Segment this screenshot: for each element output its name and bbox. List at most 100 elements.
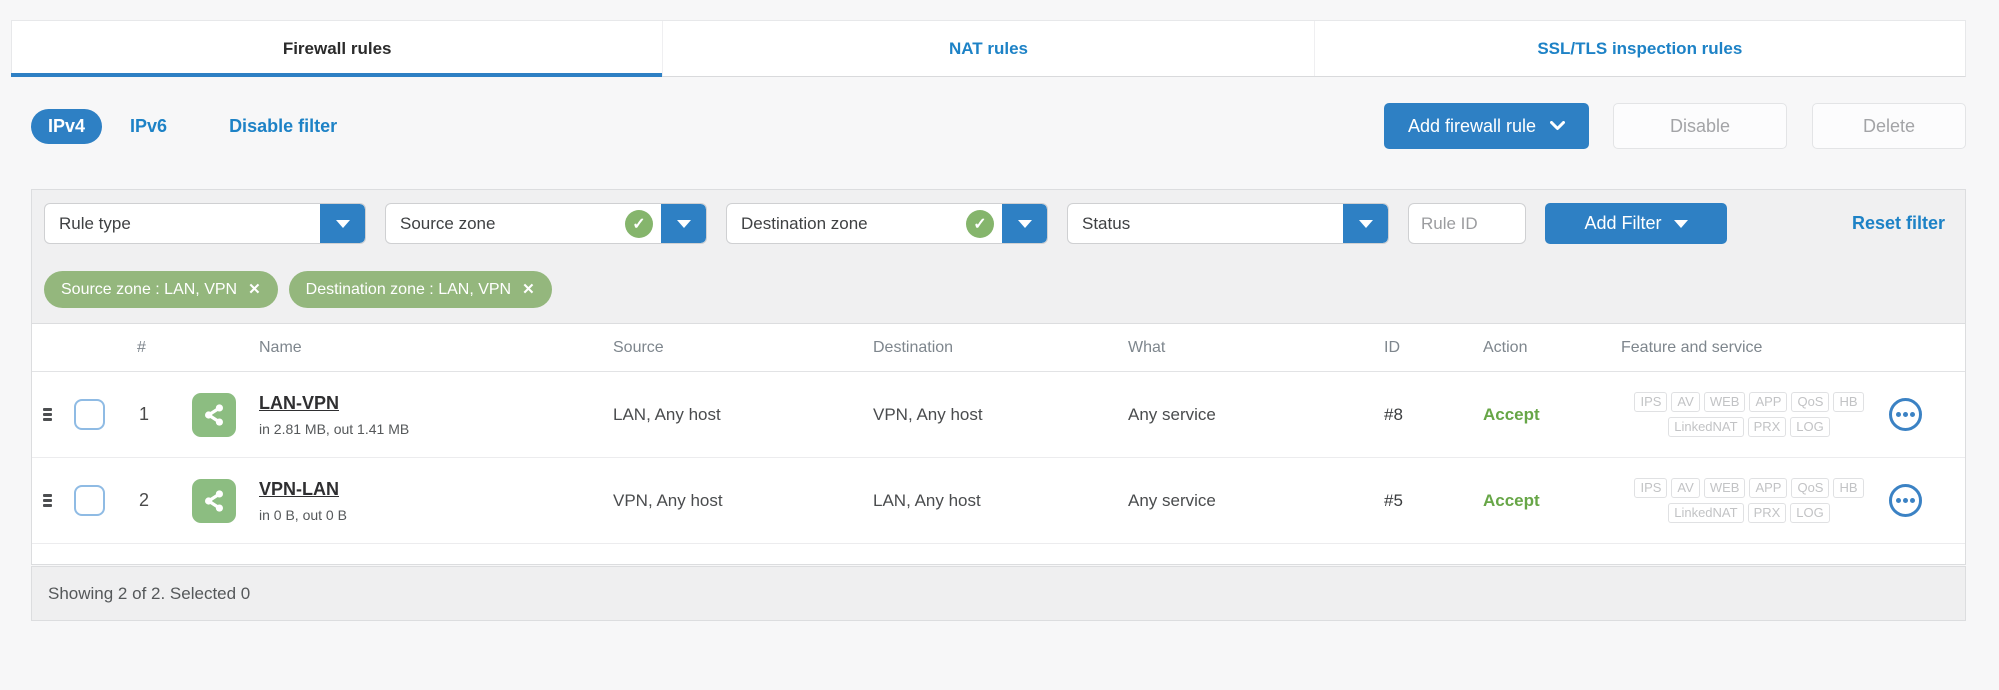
dropdown-arrow-icon[interactable] [1343,204,1388,243]
disable-button[interactable]: Disable [1613,103,1787,149]
tab-label: SSL/TLS inspection rules [1537,38,1743,58]
disable-filter-link[interactable]: Disable filter [229,116,337,137]
add-firewall-rule-button[interactable]: Add firewall rule [1383,103,1589,149]
header-feature-and-service: Feature and service [1621,338,1763,356]
source-zone-dropdown[interactable]: Source zone ✓ [385,203,707,244]
tab-ssl-tls-inspection-rules[interactable]: SSL/TLS inspection rules [1315,21,1965,76]
feature-badge: LOG [1790,417,1830,437]
status-dropdown-label: Status [1082,213,1131,233]
drag-handle[interactable] [32,406,74,424]
cell-what: Any service [1128,404,1216,424]
feature-badge: QoS [1791,478,1830,498]
add-firewall-rule-label: Add firewall rule [1407,115,1536,136]
feature-badge: IPS [1634,478,1668,498]
cell-action: Accept [1483,490,1540,510]
rule-name-link[interactable]: LAN-VPN [259,393,339,413]
table-drop-area [32,544,1965,564]
cell-rule-id: #5 [1384,490,1403,510]
drag-handle[interactable] [32,492,74,510]
add-filter-label: Add Filter [1584,213,1662,233]
cell-source: VPN, Any host [613,490,723,510]
rule-type-dropdown[interactable]: Rule type [44,203,366,244]
header-destination: Destination [873,338,954,356]
triangle-down-icon [1673,219,1688,228]
header-what: What [1128,338,1166,356]
dropdown-arrow-icon[interactable] [320,204,365,243]
row-checkbox[interactable] [74,485,105,516]
check-circle-icon: ✓ [625,209,653,238]
feature-badge: WEB [1703,478,1746,498]
table-row: 1 LAN-VPN in 2.81 MB, out 1.41 MB LAN, A… [32,372,1965,458]
feature-badge: AV [1671,478,1700,498]
check-circle-icon: ✓ [966,209,994,238]
delete-button[interactable]: Delete [1812,103,1966,149]
filter-row: Rule type Source zone ✓ Destination zone… [44,203,1953,244]
destination-zone-dropdown[interactable]: Destination zone ✓ [726,203,1048,244]
tab-nat-rules[interactable]: NAT rules [663,21,1315,76]
cell-rule-id: #8 [1384,404,1403,424]
add-filter-button[interactable]: Add Filter [1545,203,1727,244]
firewall-rules-table: # Name Source Destination What ID Action… [31,323,1966,565]
header-source: Source [613,338,664,356]
status-dropdown[interactable]: Status [1067,203,1389,244]
table-footer-summary: Showing 2 of 2. Selected 0 [48,583,251,603]
cell-what: Any service [1128,490,1216,510]
feature-badge: APP [1749,392,1788,412]
tab-firewall-rules[interactable]: Firewall rules [10,21,664,77]
row-number: 2 [139,490,150,510]
close-icon[interactable]: ✕ [522,282,535,297]
more-options-icon[interactable] [1889,484,1922,517]
header-action: Action [1483,338,1528,356]
header-number: # [137,338,146,356]
header-name: Name [259,338,302,356]
tab-label: NAT rules [948,38,1029,58]
table-row: 2 VPN-LAN in 0 B, out 0 B VPN, Any host [32,458,1965,544]
filter-chip-label: Destination zone : LAN, VPN [305,280,512,298]
row-number: 1 [139,404,150,424]
ipv6-toggle[interactable]: IPv6 [130,116,167,137]
feature-badge: LOG [1790,503,1830,523]
feature-badge: QoS [1791,392,1830,412]
feature-badge: LinkedNAT [1668,417,1744,437]
close-icon[interactable]: ✕ [248,282,261,297]
share-icon [192,478,236,523]
more-options-icon[interactable] [1889,398,1922,431]
source-zone-dropdown-label: Source zone [400,213,496,233]
filter-chip-source-zone: Source zone : LAN, VPN ✕ [44,271,278,308]
cell-destination: LAN, Any host [873,490,981,510]
tab-label: Firewall rules [282,38,392,58]
dropdown-arrow-icon[interactable] [1002,204,1047,243]
feature-badges: IPS AV WEB APP QoS HB LinkedNAT PRX LOG [1621,478,1877,523]
ipv4-toggle[interactable]: IPv4 [31,108,103,144]
rule-id-input[interactable] [1408,203,1526,244]
feature-badge: IPS [1634,392,1668,412]
rule-type-dropdown-label: Rule type [59,213,131,233]
feature-badge: HB [1833,478,1864,498]
row-checkbox[interactable] [74,399,105,430]
cell-action: Accept [1483,404,1540,424]
feature-badge: AV [1671,392,1700,412]
feature-badge: PRX [1747,503,1787,523]
filter-chip-destination-zone: Destination zone : LAN, VPN ✕ [288,271,552,308]
feature-badge: HB [1833,392,1864,412]
feature-badge: APP [1749,478,1788,498]
rule-name-link[interactable]: VPN-LAN [259,479,339,499]
table-header-row: # Name Source Destination What ID Action… [32,324,1965,372]
dropdown-arrow-icon[interactable] [661,204,706,243]
rule-traffic: in 0 B, out 0 B [259,506,347,523]
share-icon [192,392,236,437]
rule-traffic: in 2.81 MB, out 1.41 MB [259,420,410,437]
destination-zone-dropdown-label: Destination zone [741,213,868,233]
filter-chip-label: Source zone : LAN, VPN [61,280,238,298]
cell-destination: VPN, Any host [873,404,983,424]
chevron-down-icon [1550,121,1565,130]
cell-source: LAN, Any host [613,404,721,424]
feature-badges: IPS AV WEB APP QoS HB LinkedNAT PRX LOG [1621,392,1877,437]
reset-filter-link[interactable]: Reset filter [1852,213,1953,234]
feature-badge: WEB [1703,392,1746,412]
active-filter-chips: Source zone : LAN, VPN ✕ Destination zon… [44,271,1953,308]
filter-panel: Rule type Source zone ✓ Destination zone… [31,189,1966,323]
rules-tabbar: Firewall rules NAT rules SSL/TLS inspect… [10,20,1966,77]
toolbar: IPv4 IPv6 Disable filter Add firewall ru… [31,103,1966,149]
feature-badge: PRX [1747,417,1787,437]
